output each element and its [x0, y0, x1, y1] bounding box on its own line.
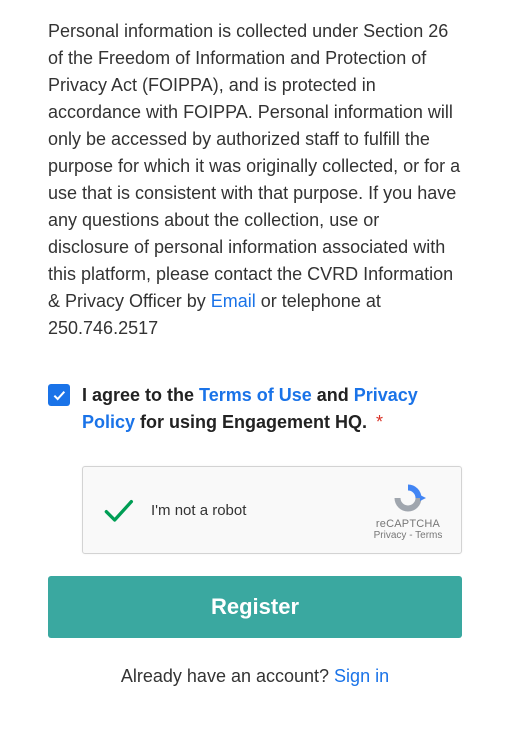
recaptcha-checkmark	[97, 489, 139, 531]
agree-suffix: for using Engagement HQ.	[135, 412, 372, 432]
recaptcha-separator: -	[406, 530, 415, 541]
form-container: Personal information is collected under …	[0, 18, 510, 711]
terms-of-use-link[interactable]: Terms of Use	[199, 385, 312, 405]
recaptcha-widget[interactable]: I'm not a robot reCAPTCHA Privacy - Term…	[82, 466, 462, 554]
recaptcha-privacy-link[interactable]: Privacy	[374, 530, 407, 541]
already-text: Already have an account?	[121, 666, 334, 686]
agree-label: I agree to the Terms of Use and Privacy …	[82, 382, 462, 436]
agree-prefix: I agree to the	[82, 385, 199, 405]
agree-row: I agree to the Terms of Use and Privacy …	[48, 382, 462, 436]
recaptcha-links: Privacy - Terms	[374, 530, 443, 541]
check-icon	[51, 387, 67, 403]
privacy-text-before: Personal information is collected under …	[48, 21, 460, 311]
sign-in-link[interactable]: Sign in	[334, 666, 389, 686]
agree-checkbox[interactable]	[48, 384, 70, 406]
recaptcha-logo-icon	[390, 480, 426, 516]
check-icon	[98, 490, 138, 530]
recaptcha-brand-text: reCAPTCHA	[376, 518, 440, 530]
privacy-notice: Personal information is collected under …	[48, 18, 462, 342]
register-button[interactable]: Register	[48, 576, 462, 638]
agree-middle: and	[312, 385, 354, 405]
recaptcha-badge: reCAPTCHA Privacy - Terms	[369, 475, 447, 545]
already-have-account: Already have an account? Sign in	[48, 666, 462, 687]
privacy-email-link[interactable]: Email	[211, 291, 256, 311]
required-indicator: *	[376, 412, 383, 432]
recaptcha-label: I'm not a robot	[151, 502, 246, 519]
recaptcha-terms-link[interactable]: Terms	[415, 530, 442, 541]
